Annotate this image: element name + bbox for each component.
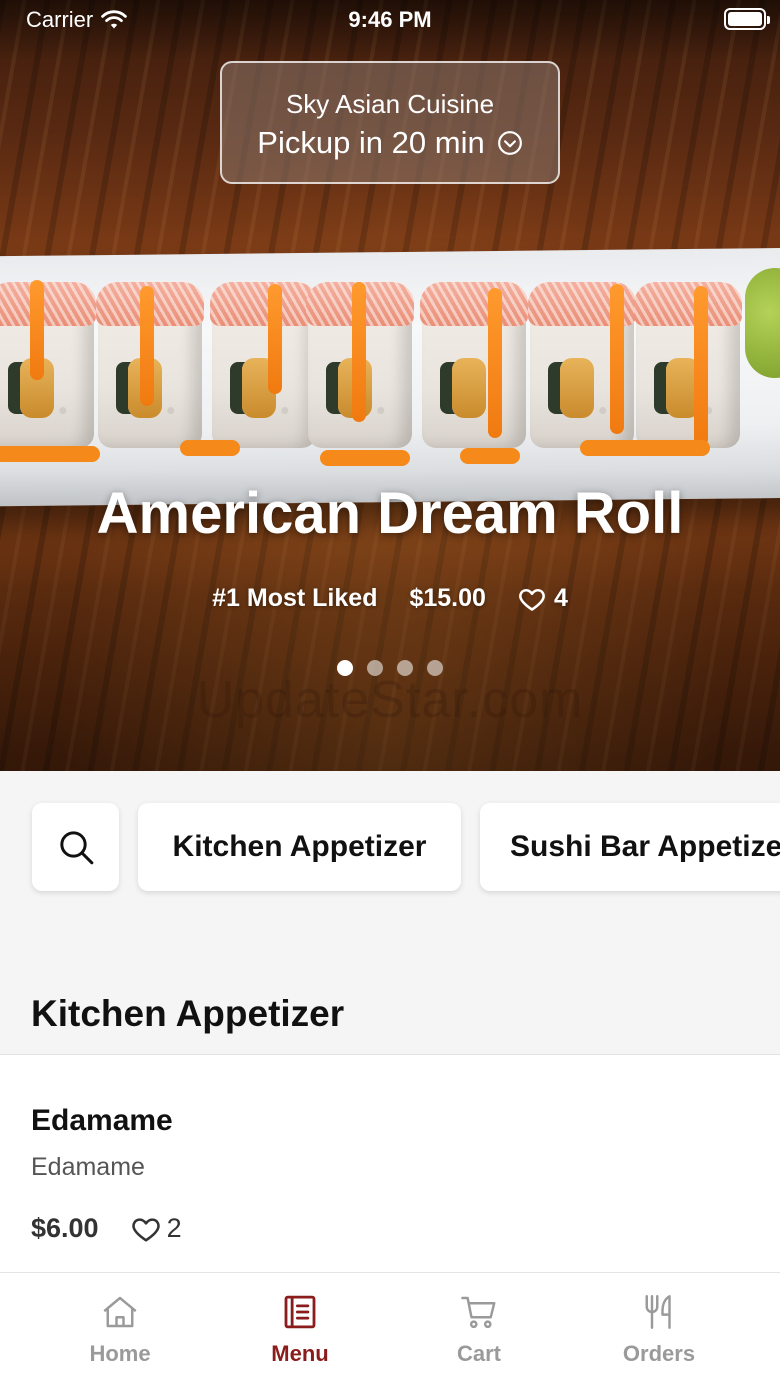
menu-item-name: Edamame [31, 1104, 173, 1137]
menu-item[interactable]: Edamame Edamame $6.00 2 [0, 1055, 780, 1272]
status-time: 9:46 PM [348, 7, 432, 32]
cart-icon [461, 1296, 496, 1329]
category-chip-sushi-bar-appetizer[interactable]: Sushi Bar Appetize [480, 803, 780, 891]
category-section: Kitchen Appetizer Sushi Bar Appetize Kit… [0, 771, 780, 1055]
featured-item-title: American Dream Roll [96, 481, 684, 546]
store-pickup-selector[interactable]: Sky Asian Cuisine Pickup in 20 min [220, 61, 560, 184]
status-bar: Carrier 9:46 PM [0, 0, 780, 40]
category-chip-kitchen-appetizer[interactable]: Kitchen Appetizer [138, 803, 461, 891]
featured-hero[interactable]: American Dream Roll #1 Most Liked $15.00… [0, 0, 780, 771]
battery-icon [724, 8, 770, 30]
store-name: Sky Asian Cuisine [285, 89, 495, 119]
heart-icon [131, 1217, 160, 1241]
tab-bar: Home Menu Cart Orders [0, 1272, 780, 1387]
tab-menu-label: Menu [271, 1341, 329, 1366]
menu-book-icon [284, 1295, 316, 1329]
menu-item-description: Edamame [31, 1153, 145, 1181]
featured-badge: #1 Most Liked [212, 584, 378, 612]
tab-orders-label: Orders [622, 1341, 696, 1366]
watermark: UpdateStar.com [196, 671, 584, 729]
fork-knife-icon [645, 1295, 671, 1329]
heart-icon [519, 588, 545, 611]
menu-item-price: $6.00 [31, 1213, 99, 1243]
tab-menu[interactable]: Menu [210, 1291, 390, 1367]
tab-home-label: Home [89, 1341, 151, 1366]
search-button[interactable] [32, 803, 119, 891]
tab-cart[interactable]: Cart [389, 1291, 569, 1367]
featured-likes-count: 4 [553, 584, 568, 612]
section-title: Kitchen Appetizer [31, 993, 345, 1034]
featured-item-meta: #1 Most Liked $15.00 4 [0, 584, 780, 613]
featured-likes[interactable]: 4 [518, 584, 568, 613]
menu-item-likes-count: 2 [166, 1213, 182, 1243]
home-icon [103, 1296, 137, 1328]
featured-price: $15.00 [409, 584, 486, 612]
tab-cart-label: Cart [456, 1341, 501, 1366]
pickup-time: Pickup in 20 min [257, 125, 485, 160]
menu-item-likes[interactable]: 2 [131, 1213, 182, 1244]
search-icon [59, 831, 93, 865]
tab-orders[interactable]: Orders [569, 1291, 749, 1367]
tab-home[interactable]: Home [30, 1291, 210, 1367]
chevron-down-circle-icon [497, 131, 522, 155]
sushi-image [0, 280, 780, 466]
